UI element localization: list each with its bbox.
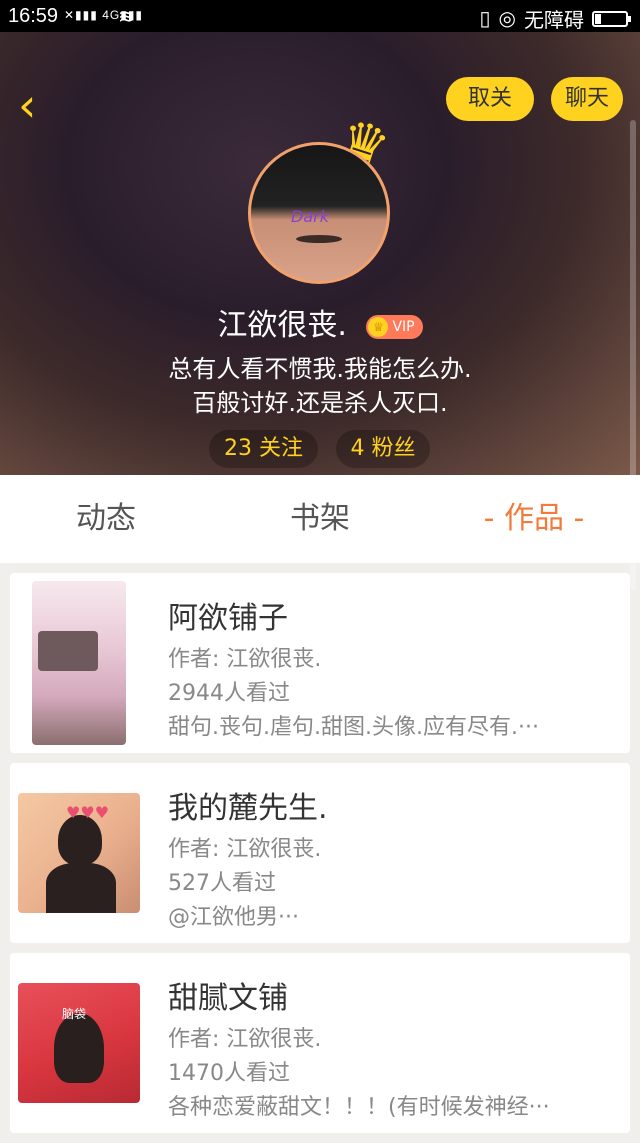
bio-line-2: 百般讨好.还是杀人灭口. <box>192 389 448 417</box>
work-cover-image <box>32 581 126 745</box>
tab-activity[interactable]: 动态 <box>30 475 182 563</box>
profile-header: ‹ 取关 聊天 ♛ Dark 江欲很丧. ♕ VIP 总有人看不惯我.我能怎么办.… <box>0 32 640 475</box>
work-title: 我的麓先生. <box>168 791 328 826</box>
list-item[interactable]: 阿欲铺子 作者: 江欲很丧. 2944人看过 甜句.丧句.虐句.甜图.头像.应有… <box>10 573 630 753</box>
list-item[interactable]: ♥♥♥ 我的麓先生. 作者: 江欲很丧. 527人看过 @江欲他男··· <box>10 763 630 943</box>
vibrate-icon: ▯ <box>479 8 491 30</box>
profile-bio: 总有人看不惯我.我能怎么办. 百般讨好.还是杀人灭口. <box>0 352 640 420</box>
works-list: 阿欲铺子 作者: 江欲很丧. 2944人看过 甜句.丧句.虐句.甜图.头像.应有… <box>10 573 630 1143</box>
profile-tabs: 动态 书架 - 作品 - <box>0 475 640 563</box>
cover-text: 脑袋 <box>62 1007 87 1021</box>
avatar[interactable]: Dark <box>248 142 390 284</box>
work-author: 作者: 江欲很丧. <box>168 647 322 672</box>
accessibility-label: 无障碍 <box>524 10 584 32</box>
tab-bookshelf[interactable]: 书架 <box>244 475 396 563</box>
work-description: @江欲他男··· <box>168 905 299 930</box>
work-views: 527人看过 <box>168 871 276 896</box>
following-count[interactable]: 23 关注 <box>209 430 318 468</box>
status-time: 16:59 <box>8 5 59 27</box>
work-cover-image: 脑袋 <box>18 983 140 1103</box>
status-bar: 16:59 ✕▮▮▮ 4G▮▮▮ ≋ ▯ ◎ 无障碍 <box>0 0 640 32</box>
profile-name: 江欲很丧. ♕ VIP <box>0 300 640 344</box>
work-views: 1470人看过 <box>168 1061 290 1086</box>
work-title: 阿欲铺子 <box>168 601 288 636</box>
username: 江欲很丧. <box>217 308 347 343</box>
bio-line-1: 总有人看不惯我.我能怎么办. <box>168 355 472 383</box>
work-author: 作者: 江欲很丧. <box>168 837 322 862</box>
wifi-icon: ≋ <box>118 6 135 28</box>
hearts-icon: ♥♥♥ <box>66 803 110 822</box>
vip-crown-icon: ♕ <box>368 316 389 337</box>
work-author: 作者: 江欲很丧. <box>168 1027 322 1052</box>
vip-badge: ♕ VIP <box>366 314 423 339</box>
work-description: 各种恋爱蔽甜文！！！(有时候发神经··· <box>168 1095 550 1120</box>
followers-count[interactable]: 4 粉丝 <box>336 430 430 468</box>
lock-rotation-icon: ◎ <box>498 8 516 30</box>
chat-button[interactable]: 聊天 <box>551 77 623 121</box>
avatar-tag-text: Dark <box>291 207 329 226</box>
battery-icon <box>592 10 631 27</box>
work-title: 甜腻文铺 <box>168 981 288 1016</box>
work-cover-image: ♥♥♥ <box>18 793 140 913</box>
tab-works[interactable]: - 作品 - <box>458 475 610 563</box>
back-icon[interactable]: ‹ <box>18 82 36 128</box>
list-item[interactable]: 脑袋 甜腻文铺 作者: 江欲很丧. 1470人看过 各种恋爱蔽甜文！！！(有时候… <box>10 953 630 1133</box>
scrollbar[interactable] <box>630 120 636 590</box>
unfollow-button[interactable]: 取关 <box>446 77 534 121</box>
work-views: 2944人看过 <box>168 681 290 706</box>
work-description: 甜句.丧句.虐句.甜图.头像.应有尽有.··· <box>168 715 539 740</box>
